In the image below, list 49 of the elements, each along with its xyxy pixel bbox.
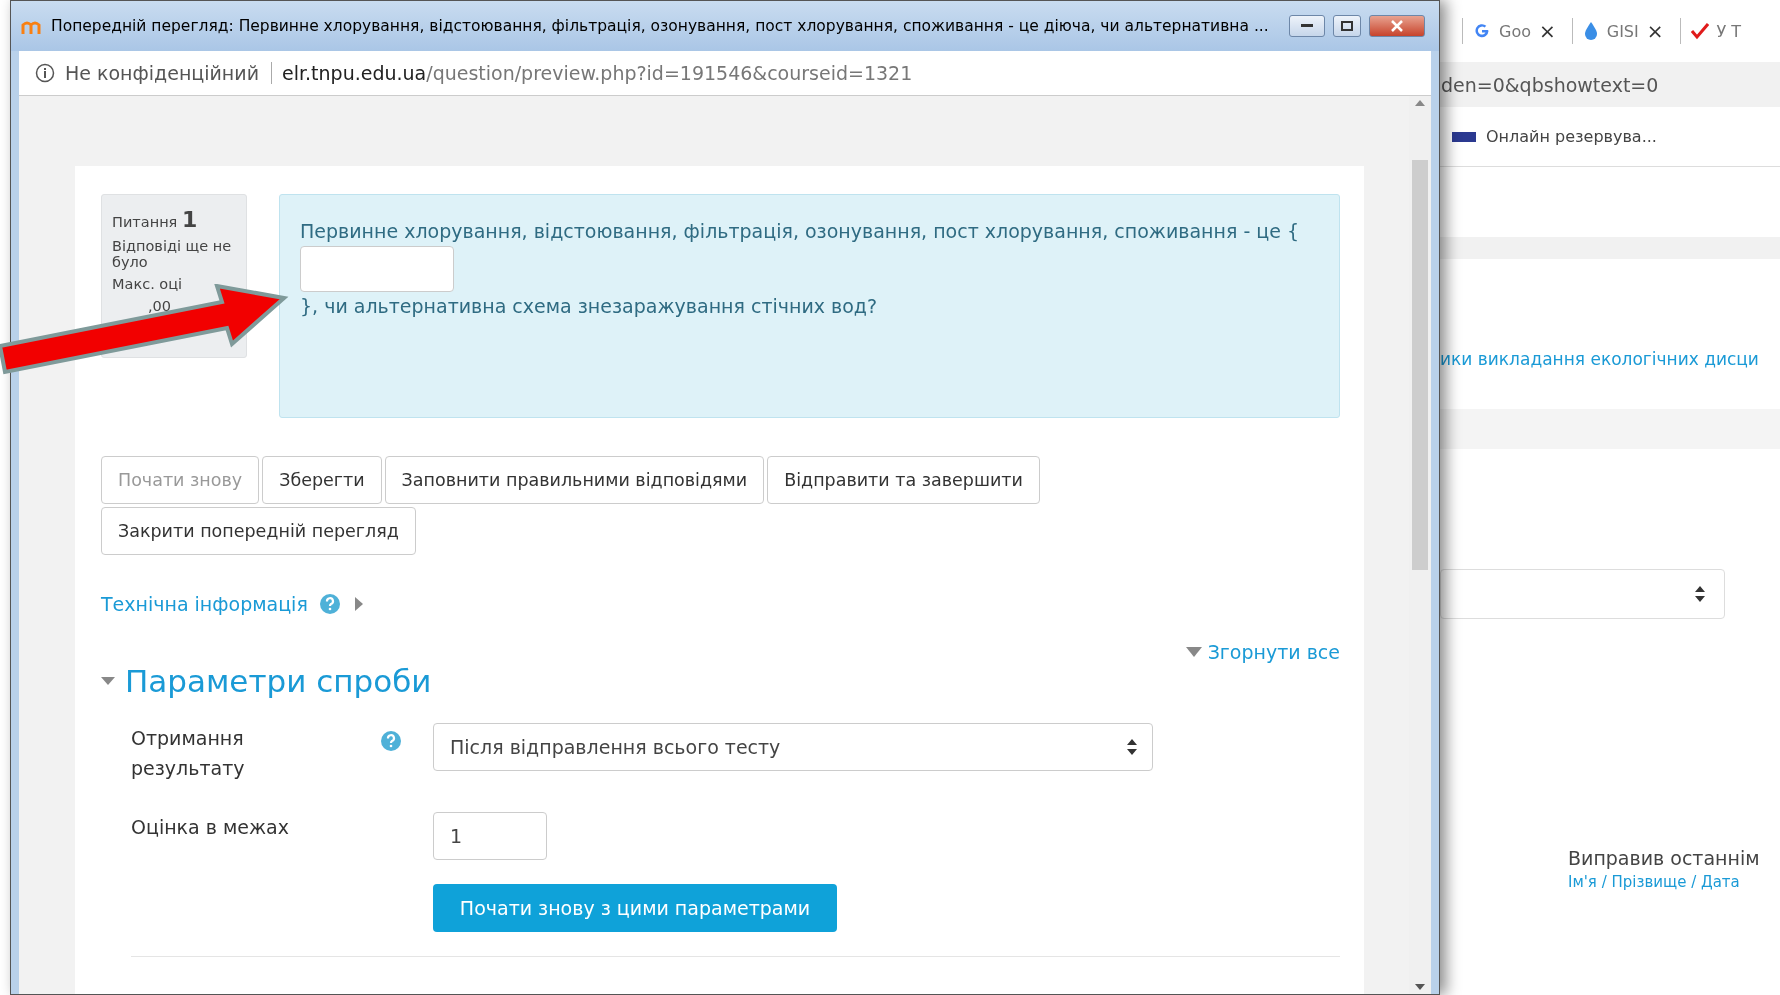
maximize-button[interactable] (1333, 15, 1361, 37)
address-bar[interactable]: Не конфіденційний elr.tnpu.edu.ua/question/preview.php?id=191546&courseid=1321 (19, 51, 1431, 96)
tab-title: Goo (1499, 21, 1531, 41)
last-edited-label: Виправив останнім (1568, 847, 1761, 869)
action-button[interactable]: Заповнити правильними відповідями (384, 456, 765, 504)
close-icon (1391, 20, 1403, 32)
bookmark[interactable]: Онлайн резервува... (1486, 127, 1657, 146)
field-label: Отримання результату (131, 726, 246, 782)
address-bar[interactable]: den=0&qbshowtext=0 (1440, 62, 1780, 107)
action-button[interactable]: Відправити та завершити (767, 456, 1040, 504)
drop-icon (1582, 21, 1599, 41)
question-number: Питання 1 (112, 207, 199, 232)
field-label: Оцінка в межах (131, 814, 290, 840)
status-text: Відповіді ще не було (112, 238, 233, 270)
select-field[interactable]: Після відправлення всього тесту (433, 723, 1153, 771)
g-logo-icon (1473, 22, 1491, 40)
tab-title: У Т (1716, 21, 1742, 41)
bookmark-logo-icon (1452, 130, 1476, 143)
minimize-button[interactable] (1289, 15, 1325, 37)
answer-field[interactable] (300, 245, 454, 292)
scroll-down-icon[interactable] (1415, 984, 1425, 990)
question-text: }, чи альтернативна схема знезаражування стічних вод? (300, 293, 879, 319)
close-icon[interactable]: × (1539, 19, 1556, 43)
check-icon (1690, 22, 1709, 40)
select-field[interactable] (1440, 569, 1725, 619)
help-icon[interactable] (381, 731, 401, 751)
mark-text: Макс. оці (112, 276, 184, 292)
help-icon[interactable] (319, 594, 340, 614)
url-text: elr.tnpu.edu.ua/question/preview.php?id=191546&courseid=1321 (282, 62, 913, 84)
up-down-arrows-icon (1694, 585, 1706, 603)
close-icon[interactable]: × (1646, 19, 1664, 43)
browser-tab[interactable]: GISI × (1571, 18, 1674, 44)
minimize-icon (1301, 24, 1313, 28)
input-field[interactable]: 1 (433, 811, 547, 860)
caret-icon (1185, 647, 1202, 657)
tab-title: GISI (1606, 21, 1639, 41)
up-down-arrows-icon (1126, 738, 1138, 756)
close-button[interactable] (1369, 15, 1425, 37)
browser-tab[interactable]: Goo × (1462, 18, 1566, 44)
action-button[interactable]: Зберегти (262, 456, 382, 504)
mark-value: ,00 (147, 298, 173, 314)
scroll-up-icon[interactable] (1415, 100, 1425, 106)
question-text: Первинне хлорування, відстоювання, фільтрація, озонування, пост хлорування, споживання - це { (300, 219, 1301, 244)
window-title: Попередній перегляд: Первинне хлорування, відстоювання, фільтрація, озонування, пост хлорування, споживання - це діюча, чи альтернативна ... (51, 17, 1270, 35)
info-icon[interactable] (35, 63, 55, 83)
maximize-icon (1341, 21, 1353, 31)
action-button[interactable]: Закрити попередній перегляд (101, 507, 416, 555)
browser-tab[interactable]: У Т (1679, 18, 1752, 44)
security-label: Не конфіденційний (65, 62, 272, 84)
